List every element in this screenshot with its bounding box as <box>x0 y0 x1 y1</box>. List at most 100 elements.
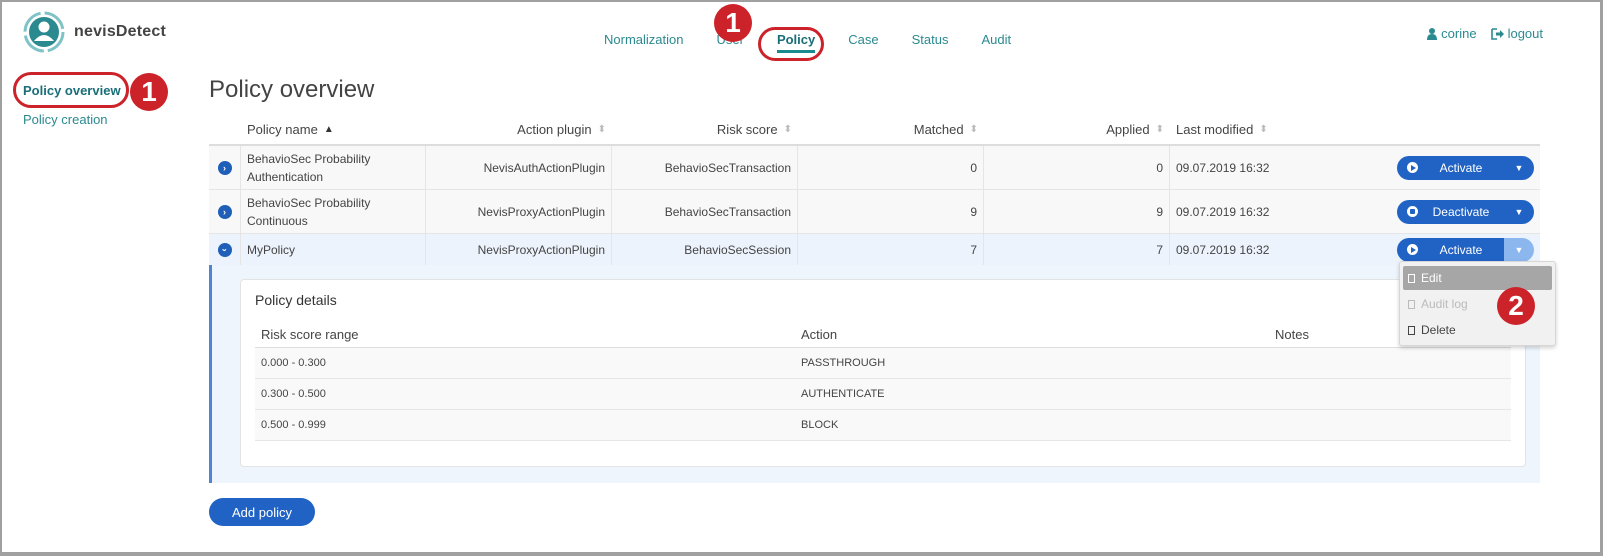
edit-icon <box>1408 273 1415 283</box>
action-plugin: NevisProxyActionPlugin <box>426 234 612 265</box>
logout-icon <box>1490 27 1504 40</box>
details-header: Risk score range Action Notes <box>255 322 1511 348</box>
logout-label: logout <box>1507 26 1543 41</box>
deactivate-button[interactable]: Deactivate <box>1397 199 1504 224</box>
add-policy-button[interactable]: Add policy <box>209 498 315 526</box>
actions-dropdown-toggle[interactable]: ▼ <box>1504 199 1534 224</box>
column-label: Applied <box>1106 121 1150 137</box>
action-plugin: NevisProxyActionPlugin <box>426 190 612 233</box>
delete-icon <box>1408 325 1415 335</box>
button-label: Deactivate <box>1432 204 1490 219</box>
expand-toggle[interactable]: › <box>209 190 241 233</box>
menu-item-label: Audit log <box>1421 297 1468 311</box>
policy-name: MyPolicy <box>241 234 426 265</box>
annotation-highlight-sidebar <box>13 72 129 108</box>
sort-icon: ⬍ <box>783 123 792 135</box>
tab-audit[interactable]: Audit <box>981 32 1011 47</box>
caret-down-icon: ▼ <box>1514 206 1524 217</box>
table-row[interactable]: › BehavioSec Probability Authentication … <box>209 146 1540 190</box>
action-value: AUTHENTICATE <box>801 388 885 400</box>
action-value: BLOCK <box>801 419 839 431</box>
username: corine <box>1441 26 1477 41</box>
collapse-toggle[interactable]: › <box>209 234 241 265</box>
user-icon <box>1427 27 1438 40</box>
risk-score: BehavioSecSession <box>612 234 798 265</box>
tab-case[interactable]: Case <box>848 32 878 47</box>
top-navigation: Normalization User Policy Case Status Au… <box>604 32 1044 53</box>
annotation-badge-1-top: 1 <box>714 4 752 42</box>
menu-item-delete[interactable]: Delete <box>1403 318 1552 342</box>
last-modified: 09.07.2019 16:32 <box>1176 242 1270 257</box>
policy-details-table: Risk score range Action Notes 0.000 - 0.… <box>255 322 1511 441</box>
play-icon <box>1407 244 1418 255</box>
matched-count: 9 <box>798 190 984 233</box>
table-header: Policy name ▲ Action plugin ⬍ Risk score… <box>209 114 1540 146</box>
activate-split-button: Activate ▼ <box>1397 155 1534 180</box>
policy-table: Policy name ▲ Action plugin ⬍ Risk score… <box>209 114 1540 266</box>
app-logo[interactable]: nevisDetect <box>22 10 166 54</box>
deactivate-split-button: Deactivate ▼ <box>1397 199 1534 224</box>
actions-dropdown-toggle[interactable]: ▼ <box>1504 155 1534 180</box>
column-label: Policy name <box>247 121 318 137</box>
user-link[interactable]: corine <box>1427 26 1477 41</box>
menu-item-label: Delete <box>1421 323 1456 337</box>
policy-name: BehavioSec Probability Continuous <box>241 190 426 233</box>
risk-range: 0.000 - 0.300 <box>261 357 326 369</box>
logo-user-cycle-icon <box>23 11 65 53</box>
caret-down-icon: ▼ <box>1514 244 1524 255</box>
column-header-policy-name[interactable]: Policy name ▲ <box>241 122 426 137</box>
risk-range: 0.500 - 0.999 <box>261 419 326 431</box>
actions-dropdown-toggle[interactable]: ▼ <box>1504 237 1534 262</box>
column-header-last-modified[interactable]: Last modified ⬍ <box>1170 122 1370 137</box>
risk-score: BehavioSecTransaction <box>612 190 798 233</box>
matched-count: 7 <box>798 234 984 265</box>
last-modified: 09.07.2019 16:32 <box>1176 160 1270 175</box>
matched-count: 0 <box>798 146 984 189</box>
caret-down-icon: ▼ <box>1514 162 1524 173</box>
tab-status[interactable]: Status <box>912 32 949 47</box>
column-header-applied[interactable]: Applied ⬍ <box>984 122 1170 137</box>
column-label: Matched <box>913 121 964 137</box>
menu-item-edit[interactable]: Edit <box>1403 266 1552 290</box>
chevron-right-icon: › <box>217 160 232 175</box>
chevron-down-icon: › <box>217 242 232 257</box>
tab-normalization[interactable]: Normalization <box>604 32 683 47</box>
button-label: Activate <box>1439 160 1483 175</box>
applied-count: 7 <box>984 234 1170 265</box>
sort-icon: ⬍ <box>1259 123 1268 135</box>
audit-log-icon <box>1408 299 1415 309</box>
column-label: Action plugin <box>517 121 592 137</box>
user-bar: corine logout <box>1427 26 1543 41</box>
activate-button[interactable]: Activate <box>1397 237 1504 262</box>
details-row: 0.500 - 0.999 BLOCK <box>255 410 1511 441</box>
table-row[interactable]: › MyPolicy NevisProxyActionPlugin Behavi… <box>209 234 1540 266</box>
details-row: 0.000 - 0.300 PASSTHROUGH <box>255 348 1511 379</box>
action-value: PASSTHROUGH <box>801 357 886 369</box>
policy-details-card: Policy details Risk score range Action N… <box>240 279 1526 467</box>
sort-ascending-icon: ▲ <box>323 123 334 135</box>
activate-button[interactable]: Activate <box>1397 155 1504 180</box>
column-label: Risk score <box>716 121 778 137</box>
play-icon <box>1407 162 1418 173</box>
policy-name: BehavioSec Probability Authentication <box>241 146 426 189</box>
annotation-badge-1: 1 <box>130 73 168 111</box>
sort-icon: ⬍ <box>597 123 606 135</box>
chevron-right-icon: › <box>217 204 232 219</box>
button-label: Activate <box>1439 242 1483 257</box>
column-header-risk-score[interactable]: Risk score ⬍ <box>612 122 798 137</box>
last-modified: 09.07.2019 16:32 <box>1176 204 1270 219</box>
column-header-matched[interactable]: Matched ⬍ <box>798 122 984 137</box>
logout-link[interactable]: logout <box>1490 26 1543 41</box>
row-actions: Deactivate ▼ <box>1290 190 1540 233</box>
row-actions: Activate ▼ <box>1290 146 1540 189</box>
column-header-action-plugin[interactable]: Action plugin ⬍ <box>426 122 612 137</box>
table-row[interactable]: › BehavioSec Probability Continuous Nevi… <box>209 190 1540 234</box>
column-header-risk-range: Risk score range <box>261 327 359 342</box>
annotation-badge-2: 2 <box>1497 287 1535 325</box>
expand-toggle[interactable]: › <box>209 146 241 189</box>
sort-icon: ⬍ <box>1155 123 1164 135</box>
sidebar-item-policy-creation[interactable]: Policy creation <box>23 112 121 127</box>
sort-icon: ⬍ <box>969 123 978 135</box>
column-label: Last modified <box>1176 121 1254 137</box>
risk-score: BehavioSecTransaction <box>612 146 798 189</box>
